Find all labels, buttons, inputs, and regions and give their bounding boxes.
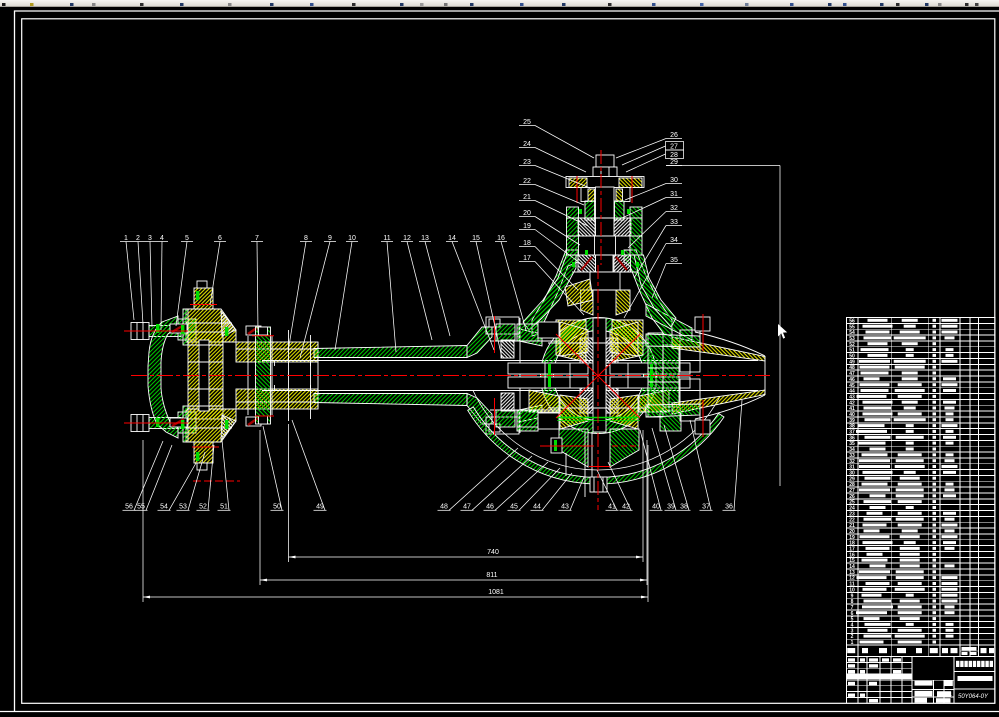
svg-text:35: 35 (670, 257, 678, 264)
svg-text:15: 15 (472, 235, 480, 242)
svg-text:740: 740 (487, 549, 499, 556)
svg-text:51: 51 (220, 504, 228, 511)
svg-text:54: 54 (160, 504, 168, 511)
svg-text:50: 50 (273, 504, 281, 511)
svg-text:17: 17 (523, 255, 531, 262)
svg-text:41: 41 (608, 504, 616, 511)
svg-text:1: 1 (124, 235, 128, 242)
svg-text:52: 52 (199, 504, 207, 511)
svg-text:56: 56 (125, 504, 133, 511)
svg-text:26: 26 (670, 132, 678, 139)
svg-text:22: 22 (523, 178, 531, 185)
svg-text:50Y064-0Y: 50Y064-0Y (958, 694, 989, 700)
svg-text:21: 21 (523, 194, 531, 201)
svg-text:2: 2 (136, 235, 140, 242)
svg-text:43: 43 (561, 504, 569, 511)
svg-text:12: 12 (403, 235, 411, 242)
svg-text:28: 28 (670, 152, 678, 159)
svg-text:44: 44 (533, 504, 541, 511)
svg-text:30: 30 (670, 177, 678, 184)
svg-text:45: 45 (510, 504, 518, 511)
svg-text:14: 14 (448, 235, 456, 242)
svg-text:29: 29 (670, 159, 678, 166)
svg-text:42: 42 (622, 504, 630, 511)
svg-text:16: 16 (497, 235, 505, 242)
svg-text:10: 10 (348, 235, 356, 242)
svg-text:39: 39 (667, 504, 675, 511)
svg-text:1: 1 (851, 640, 854, 646)
svg-text:55: 55 (137, 504, 145, 511)
svg-text:7: 7 (255, 235, 259, 242)
svg-text:1081: 1081 (488, 589, 504, 596)
svg-text:47: 47 (463, 504, 471, 511)
svg-text:38: 38 (680, 504, 688, 511)
svg-text:48: 48 (440, 504, 448, 511)
svg-text:31: 31 (670, 191, 678, 198)
svg-text:5: 5 (185, 235, 189, 242)
svg-text:8: 8 (304, 235, 308, 242)
svg-text:27: 27 (670, 144, 678, 151)
svg-text:36: 36 (725, 504, 733, 511)
svg-text:32: 32 (670, 205, 678, 212)
svg-text:1:1: 1:1 (945, 692, 953, 698)
svg-text:9: 9 (328, 235, 332, 242)
svg-text:46: 46 (486, 504, 494, 511)
svg-text:37: 37 (702, 504, 710, 511)
svg-text:13: 13 (421, 235, 429, 242)
svg-text:4: 4 (160, 235, 164, 242)
svg-text:33: 33 (670, 219, 678, 226)
svg-text:19: 19 (523, 223, 531, 230)
svg-text:6: 6 (218, 235, 222, 242)
svg-text:11: 11 (383, 235, 390, 242)
svg-text:24: 24 (523, 141, 531, 148)
svg-text:18: 18 (523, 240, 531, 247)
svg-text:40: 40 (652, 504, 660, 511)
svg-text:3: 3 (148, 235, 152, 242)
svg-text:20: 20 (523, 210, 531, 217)
svg-text:53: 53 (179, 504, 187, 511)
svg-text:811: 811 (486, 572, 497, 579)
svg-text:25: 25 (523, 119, 531, 126)
svg-text:23: 23 (523, 159, 531, 166)
svg-text:34: 34 (670, 237, 678, 244)
